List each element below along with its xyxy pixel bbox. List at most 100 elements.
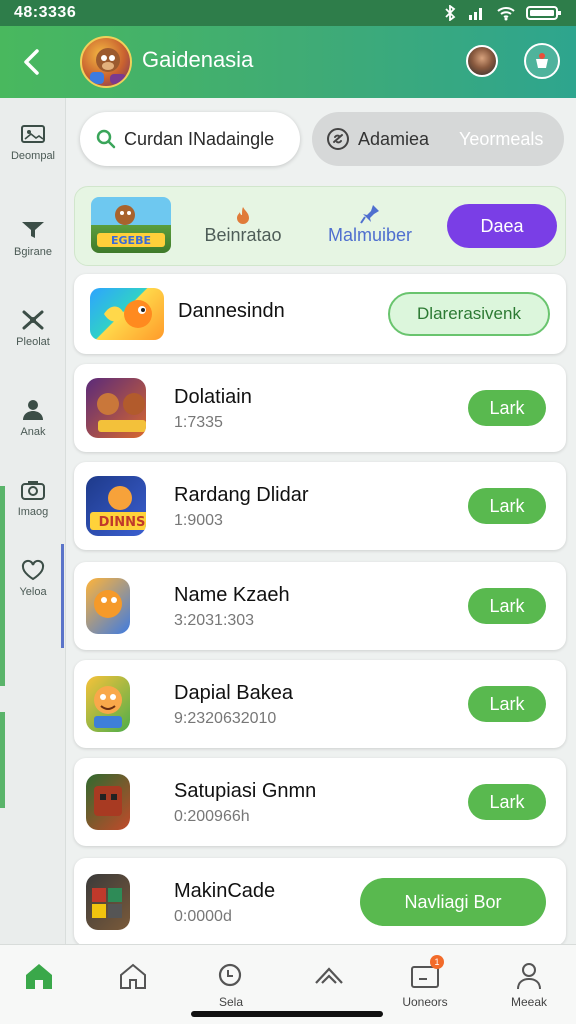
cross-tools-icon [22, 310, 44, 330]
tab-adamiea[interactable]: Adamiea [326, 127, 429, 151]
link-icon [327, 128, 349, 150]
person-icon [23, 400, 43, 420]
app-name: Rardang Dlidar [174, 484, 309, 506]
chevron-up-icon [315, 967, 343, 984]
nav-profile[interactable]: Meeak [494, 959, 564, 1009]
nav-label: Sela [218, 995, 244, 1009]
bluetooth-icon [445, 5, 456, 21]
creature-icon [94, 590, 122, 618]
gift-icon [536, 53, 548, 68]
app-icon [86, 774, 130, 830]
rail-item-anak[interactable]: Anak [0, 396, 66, 438]
tab-yeormeals[interactable]: Yeormeals [459, 129, 543, 150]
tab-group: Adamiea Yeormeals [312, 112, 564, 166]
nav-home-outline[interactable] [98, 959, 168, 995]
app-name: MakinCade [174, 880, 276, 902]
app-meta: 0:200966h [174, 808, 250, 825]
chevron-left-icon [24, 49, 39, 75]
rail-label: Yeloa [19, 586, 47, 598]
app-meta: 3:2031:303 [174, 612, 255, 629]
list-item[interactable]: Dapial Bakea 9:2320632010 Lark [74, 660, 566, 748]
game-art-icon: EGEBE [97, 205, 165, 247]
flame-icon [237, 207, 249, 224]
app-icon [86, 676, 130, 732]
list-item[interactable]: Name Kzaeh 3:2031:303 Lark [74, 562, 566, 650]
game-logo-icon: DINNS [90, 486, 146, 530]
home-filled-icon [26, 964, 52, 989]
featured-card[interactable]: Dannesindn Dlarerasivenk [74, 274, 566, 354]
nav-search[interactable]: Sela [196, 959, 266, 1009]
list-item[interactable]: Dolatiain 1:7335 Lark [74, 364, 566, 452]
app-action-button[interactable]: Lark [468, 390, 546, 426]
rail-label: Bgirane [14, 246, 52, 258]
game-characters-icon [97, 393, 146, 432]
heart-icon [21, 559, 45, 581]
nav-inbox[interactable]: 1 Uoneors [390, 955, 460, 1009]
app-meta: 1:9003 [174, 512, 223, 529]
status-bar: 48:3336 [0, 0, 576, 26]
rail-item-imaog[interactable]: Imaog [0, 476, 66, 518]
app-action-button[interactable]: Lark [468, 588, 546, 624]
camera-icon [21, 481, 45, 500]
app-action-button[interactable]: Lark [468, 784, 546, 820]
app-action-button[interactable]: Navliagi Bor [360, 878, 546, 926]
left-rail: Deompal Bgirane Pleolat Anak Imaog Yeloa [0, 98, 66, 946]
app-icon [86, 578, 130, 634]
photo-frame-icon [21, 125, 45, 143]
signal-icon [469, 8, 482, 20]
app-name: Dapial Bakea [174, 682, 293, 704]
battery-icon [526, 6, 561, 20]
tab-label: Adamiea [358, 128, 430, 149]
app-name: Name Kzaeh [174, 584, 290, 606]
app-avatar[interactable] [80, 36, 132, 88]
featured-action-button[interactable]: Dlarerasivenk [388, 292, 550, 336]
fish-game-icon [104, 300, 152, 328]
pin-icon [360, 205, 379, 224]
nav-label: Meeak [510, 995, 548, 1009]
category-thumbnail[interactable]: EGEBE [91, 197, 171, 253]
app-title: Gaidenasia [142, 47, 254, 72]
rail-item-deompal[interactable]: Deompal [0, 120, 66, 162]
app-meta: 0:0000d [174, 908, 232, 925]
category-beinratao[interactable]: Beinratao [203, 201, 283, 246]
home-indicator [191, 1011, 383, 1017]
back-button[interactable] [14, 44, 50, 80]
status-time: 48:3336 [14, 4, 77, 21]
category-thumb-text: EGEBE [111, 234, 151, 247]
rail-item-bgirane[interactable]: Bgirane [0, 216, 66, 258]
profile-icon [517, 963, 541, 990]
block-character-icon [94, 786, 122, 816]
search-input[interactable]: Curdan INadaingle [80, 112, 300, 166]
rail-item-yeloa[interactable]: Yeloa [0, 556, 66, 598]
search-text: Curdan INadaingle [124, 128, 275, 149]
rail-label: Anak [20, 426, 46, 438]
category-label: Beinratao [204, 225, 282, 245]
featured-name: Dannesindn [178, 300, 285, 322]
app-action-button[interactable]: Lark [468, 686, 546, 722]
nav-home[interactable] [4, 959, 74, 995]
home-outline-icon [120, 963, 146, 989]
status-icons [442, 5, 562, 21]
pixel-block-icon [92, 888, 122, 918]
category-action-button[interactable]: Daea [447, 204, 557, 248]
app-thumb-text: DINNS [99, 515, 146, 530]
category-malmuiber[interactable]: Malmuiber [325, 201, 415, 246]
list-item[interactable]: MakinCade 0:0000d Navliagi Bor [74, 858, 566, 946]
app-icon [86, 378, 146, 438]
app-name: Dolatiain [174, 386, 252, 408]
rail-label: Pleolat [16, 336, 50, 348]
user-avatar[interactable] [466, 45, 498, 77]
list-item[interactable]: Satupiasi Gnmn 0:200966h Lark [74, 758, 566, 846]
rail-item-pleolat[interactable]: Pleolat [0, 306, 66, 348]
nav-label: Uoneors [402, 995, 448, 1009]
rail-accent [0, 712, 5, 808]
featured-thumbnail [90, 288, 164, 340]
app-meta: 1:7335 [174, 414, 223, 431]
nav-explore[interactable] [294, 959, 364, 995]
menu-button[interactable] [524, 43, 560, 79]
list-item[interactable]: DINNS Rardang Dlidar 1:9003 Lark [74, 462, 566, 550]
rail-label: Imaog [17, 506, 49, 518]
app-action-button[interactable]: Lark [468, 488, 546, 524]
wifi-icon [497, 7, 515, 21]
app-icon [86, 874, 130, 930]
